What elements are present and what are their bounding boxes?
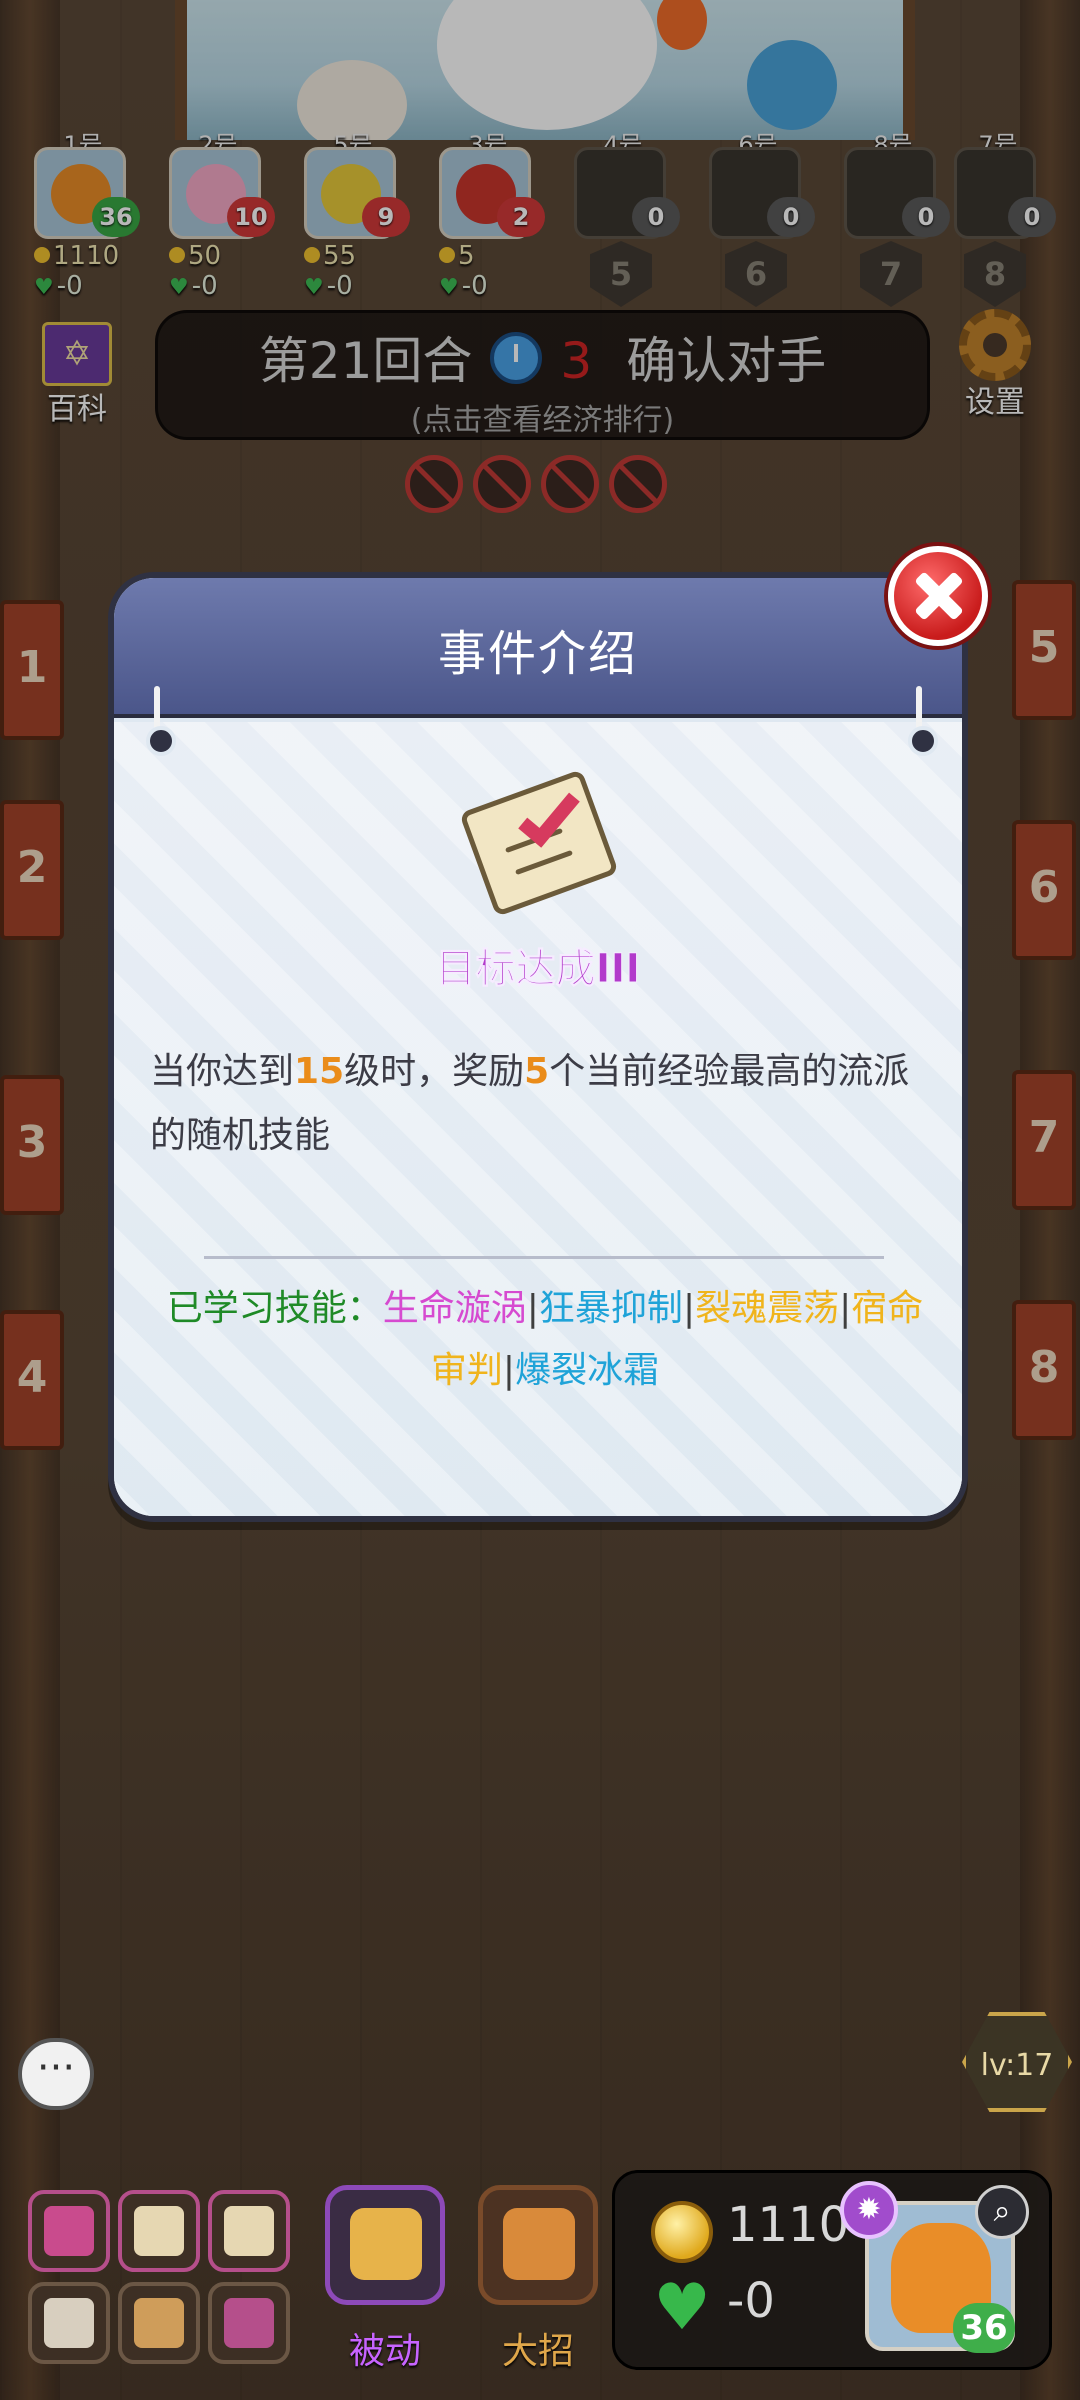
cart-icon <box>44 2206 94 2256</box>
pin-icon <box>146 686 176 756</box>
event-description: 当你达到15级时，奖励5个当前经验最高的流派的随机技能 <box>150 1051 910 1156</box>
player-status-panel: 1110 ♥ -0 36 ✹ ⌕ <box>612 2170 1052 2370</box>
scroll-slot-button[interactable] <box>208 2190 290 2272</box>
gold-value: 1110 <box>727 2197 850 2253</box>
dialog-frame: 事件介绍 目标达成III 当你达到15级时，奖励5个当前经验最高的流派的随机技能… <box>108 572 968 1522</box>
event-intro-dialog: 事件介绍 目标达成III 当你达到15级时，奖励5个当前经验最高的流派的随机技能… <box>108 546 988 1522</box>
skill-name: 爆裂冰霜 <box>515 1350 660 1391</box>
crown-box-icon <box>350 2208 422 2280</box>
item-slot[interactable] <box>118 2282 200 2364</box>
coin-icon <box>651 2201 713 2263</box>
hp-value: -0 <box>727 2273 775 2329</box>
quest-scroll-icon <box>459 768 626 918</box>
scroll-icon <box>134 2206 184 2256</box>
close-button[interactable] <box>888 546 988 646</box>
magnifier-icon[interactable]: ⌕ <box>975 2185 1029 2239</box>
item-icon <box>134 2298 184 2348</box>
ultimate-icon <box>503 2208 575 2280</box>
dialog-header: 事件介绍 <box>114 578 962 718</box>
passive-label: 被动 <box>348 2331 421 2372</box>
item-icon <box>44 2298 94 2348</box>
skill-name: 生命漩涡 <box>382 1288 527 1329</box>
learned-skills: 已学习技能：生命漩涡|狂暴抑制|裂魂震荡|宿命审判|爆裂冰霜 <box>166 1288 924 1391</box>
ultimate-label: 大招 <box>501 2331 574 2372</box>
learned-skills-label: 已学习技能： <box>166 1288 383 1329</box>
skill-name: 裂魂震荡 <box>695 1288 840 1329</box>
item-slot[interactable] <box>28 2282 110 2364</box>
chat-button[interactable]: ··· <box>18 2038 94 2110</box>
heart-icon: ♥ <box>653 2271 711 2345</box>
shop-cart-button[interactable] <box>28 2190 110 2272</box>
scroll-slot-button[interactable] <box>118 2190 200 2272</box>
hero-count: 36 <box>953 2303 1015 2353</box>
item-slot[interactable] <box>208 2282 290 2364</box>
event-name: 目标达成III <box>435 946 641 993</box>
passive-button[interactable] <box>325 2185 445 2305</box>
skill-badge-icon: ✹ <box>840 2181 898 2239</box>
ultimate-button[interactable] <box>478 2185 598 2305</box>
item-icon <box>224 2298 274 2348</box>
chat-bubble-icon: ··· <box>36 2045 76 2091</box>
dialog-title: 事件介绍 <box>437 626 638 682</box>
pin-icon <box>908 686 938 756</box>
scroll-icon <box>224 2206 274 2256</box>
divider <box>204 1256 884 1259</box>
skill-name: 狂暴抑制 <box>538 1288 683 1329</box>
